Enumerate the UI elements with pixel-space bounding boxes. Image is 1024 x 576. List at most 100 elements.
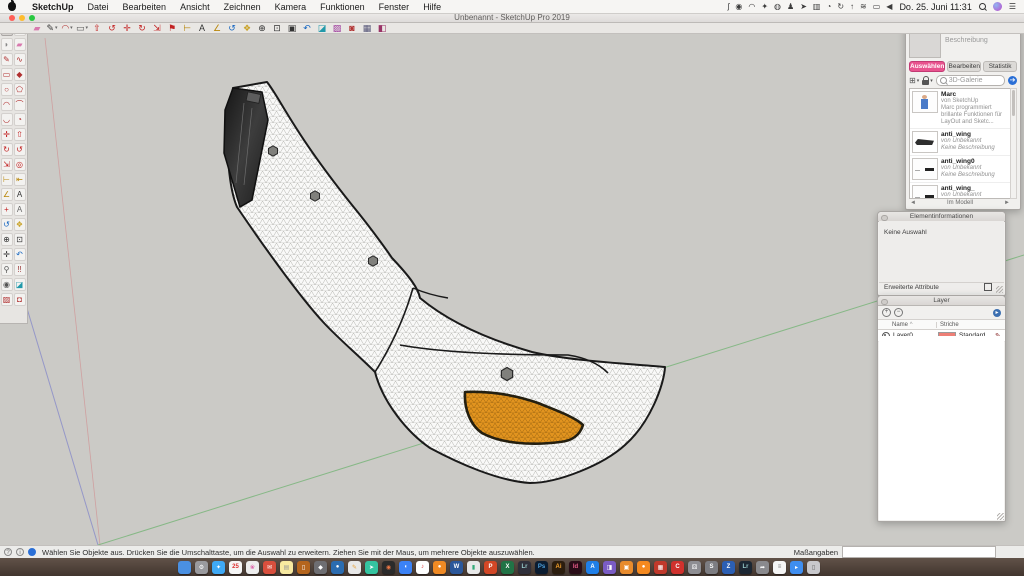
- attributes-icon[interactable]: [984, 283, 992, 291]
- polygon-icon[interactable]: ⬠: [14, 83, 26, 96]
- record-icon[interactable]: ◔: [826, 0, 831, 13]
- apple-menu-icon[interactable]: [8, 2, 16, 11]
- dock-photos-dark-icon[interactable]: ◉: [382, 561, 395, 574]
- eraser-tool-icon[interactable]: ▰: [31, 23, 43, 33]
- dock-textedit-icon[interactable]: ≡: [773, 561, 786, 574]
- components-scrollbar[interactable]: [1010, 88, 1017, 199]
- arc-icon[interactable]: ◠: [1, 98, 13, 111]
- dimension-icon[interactable]: ⇤: [14, 173, 26, 186]
- dock-trash-icon[interactable]: ▯: [807, 561, 820, 574]
- zoom-extents-icon[interactable]: ✛: [1, 248, 13, 261]
- section-plane-icon[interactable]: ◪: [14, 278, 26, 291]
- freehand-icon[interactable]: ∿: [14, 53, 26, 66]
- model-viewport[interactable]: [0, 33, 1024, 545]
- dock-toolbox-icon[interactable]: ▦: [654, 561, 667, 574]
- arc-tool-icon[interactable]: ◠▾: [61, 23, 73, 33]
- dock-word-icon[interactable]: W: [450, 561, 463, 574]
- dock-box-orange-icon[interactable]: ▣: [620, 561, 633, 574]
- orbit-icon[interactable]: ↺: [1, 218, 13, 231]
- three-point-arc-icon[interactable]: ◡: [1, 113, 13, 126]
- protractor-icon[interactable]: ∠: [1, 188, 13, 201]
- menu-item-hilfe[interactable]: Hilfe: [416, 2, 448, 12]
- dock-excel-icon[interactable]: X: [501, 561, 514, 574]
- menu-item-zeichnen[interactable]: Zeichnen: [217, 2, 268, 12]
- notification-center-icon[interactable]: ☰: [1009, 2, 1016, 11]
- dock-lightroom-classic-icon[interactable]: Lr: [518, 561, 531, 574]
- text-tool-icon[interactable]: A: [196, 23, 208, 33]
- rectangle-tool-icon[interactable]: ▭▾: [76, 23, 88, 33]
- dock-safari-icon[interactable]: ✦: [212, 561, 225, 574]
- dock-app-store-icon[interactable]: A: [586, 561, 599, 574]
- sync-icon[interactable]: ↻: [837, 0, 844, 13]
- two-point-arc-icon[interactable]: ⌒: [14, 98, 26, 111]
- follow-me-tool-icon[interactable]: ↺: [106, 23, 118, 33]
- menu-item-bearbeiten[interactable]: Bearbeiten: [116, 2, 174, 12]
- measurements-input[interactable]: [842, 546, 996, 558]
- 3d-text-icon[interactable]: A: [14, 203, 26, 216]
- wing-body[interactable]: [228, 82, 665, 483]
- camera-icon[interactable]: ◠: [748, 0, 755, 13]
- panel-close-icon[interactable]: [881, 299, 888, 306]
- rotate-tool-icon[interactable]: ↻: [136, 23, 148, 33]
- dock-photos-icon[interactable]: ❀: [246, 561, 259, 574]
- tape-measure-tool-icon[interactable]: ⊢: [181, 23, 193, 33]
- menu-item-funktionen[interactable]: Funktionen: [313, 2, 372, 12]
- dock-powerpoint-icon[interactable]: P: [484, 561, 497, 574]
- dock-itunes-icon[interactable]: ●: [433, 561, 446, 574]
- dock-mail-icon[interactable]: ✉: [263, 561, 276, 574]
- text-icon[interactable]: A: [14, 188, 26, 201]
- add-layer-button[interactable]: +: [882, 308, 891, 317]
- previous-view-icon[interactable]: ↶: [14, 248, 26, 261]
- look-around-icon[interactable]: ◉: [1, 278, 13, 291]
- zoom-window-icon[interactable]: ⊡: [14, 233, 26, 246]
- resize-grip[interactable]: [997, 513, 1004, 520]
- move-icon[interactable]: ✛: [1, 128, 13, 141]
- dock-s-app-icon[interactable]: S: [705, 561, 718, 574]
- nav-back-icon[interactable]: ◄: [910, 199, 916, 207]
- plugin-icon[interactable]: ʃ: [728, 0, 730, 13]
- menu-item-fenster[interactable]: Fenster: [372, 2, 417, 12]
- vpn-icon[interactable]: ◍: [774, 0, 781, 13]
- bolt-icon[interactable]: [311, 191, 320, 201]
- follow-me-icon[interactable]: ↺: [14, 143, 26, 156]
- dock-music-icon[interactable]: ♪: [416, 561, 429, 574]
- wing-model[interactable]: [224, 82, 665, 483]
- bolt-icon[interactable]: [269, 146, 278, 156]
- previous-view-tool-icon[interactable]: ↶: [301, 23, 313, 33]
- dock-sketchup-c-icon[interactable]: C: [671, 561, 684, 574]
- component-item[interactable]: Marcvon SketchUpMarc programmiert brilla…: [910, 89, 1010, 129]
- orbit-tool-icon[interactable]: ↺: [226, 23, 238, 33]
- walk-icon[interactable]: ‼: [14, 263, 26, 276]
- view-options-icon[interactable]: ⊞: [909, 76, 916, 85]
- dock-maps-icon[interactable]: ➤: [365, 561, 378, 574]
- dock-share-icon[interactable]: ➦: [756, 561, 769, 574]
- rectangle-icon[interactable]: ▭: [1, 68, 13, 81]
- bolt-icon[interactable]: [369, 256, 378, 266]
- section-cut-tool-icon[interactable]: ▨: [331, 23, 343, 33]
- info-icon[interactable]: i: [16, 548, 24, 556]
- rotate-icon[interactable]: ↻: [1, 143, 13, 156]
- zoom-icon[interactable]: ⊕: [1, 233, 13, 246]
- component-item[interactable]: anti_wing0von UnbekanntKeine Beschreibun…: [910, 156, 1010, 183]
- line-icon[interactable]: ✎: [1, 53, 13, 66]
- menu-item-ansicht[interactable]: Ansicht: [173, 2, 217, 12]
- instructor-icon[interactable]: [28, 548, 36, 556]
- dock-folder-icon[interactable]: ▸: [790, 561, 803, 574]
- zoom-extents-tool-icon[interactable]: ▣: [286, 23, 298, 33]
- component-item[interactable]: anti_wing_von UnbekanntKeine Beschreibun…: [910, 183, 1010, 199]
- section-cut-icon[interactable]: ▨: [1, 293, 13, 306]
- user-icon[interactable]: ♟: [787, 0, 794, 13]
- column-dashes[interactable]: Striche: [936, 322, 1005, 328]
- zoom-window-tool-icon[interactable]: ⊡: [271, 23, 283, 33]
- tab-auswählen[interactable]: Auswählen: [909, 61, 945, 72]
- layers-title-bar[interactable]: Layer: [878, 296, 1005, 306]
- menu-clock[interactable]: Do. 25. Juni 11:31: [899, 2, 971, 12]
- spotlight-icon[interactable]: [979, 3, 986, 10]
- section-fill-tool-icon[interactable]: ◙: [346, 23, 358, 33]
- dock-illustrator-icon[interactable]: Ai: [552, 561, 565, 574]
- dock-indesign-icon[interactable]: Id: [569, 561, 582, 574]
- airplay-icon[interactable]: ▭: [873, 0, 881, 13]
- move-tool-icon[interactable]: ✛: [121, 23, 133, 33]
- dock-z-app-icon[interactable]: Z: [722, 561, 735, 574]
- menu-item-kamera[interactable]: Kamera: [268, 2, 314, 12]
